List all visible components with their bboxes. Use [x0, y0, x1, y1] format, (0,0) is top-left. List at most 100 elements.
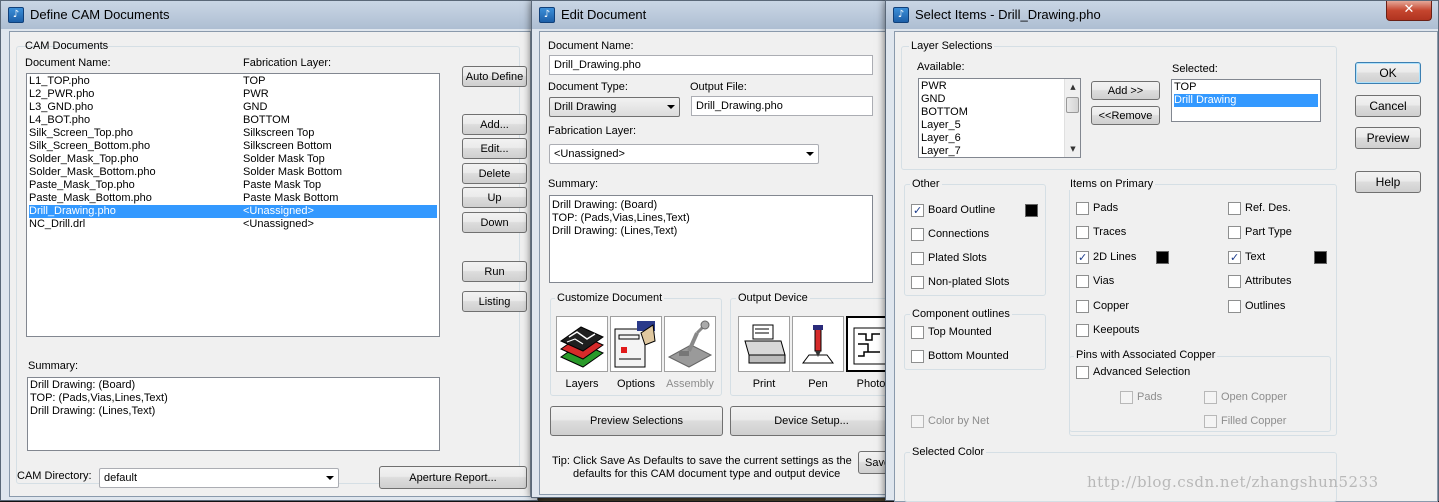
available-scrollbar[interactable]: ▲ ▼ [1064, 79, 1080, 157]
board-outline-label: Board Outline [928, 204, 996, 216]
up-button[interactable]: Up [462, 187, 527, 208]
checkbox-box [1076, 226, 1089, 240]
options-tool-button[interactable] [610, 316, 662, 372]
add-button[interactable]: Add... [462, 114, 527, 135]
text-color-swatch[interactable] [1314, 250, 1327, 264]
edit-button[interactable]: Edit... [462, 138, 527, 159]
help-button[interactable]: Help [1355, 171, 1421, 193]
window-title: Select Items - Drill_Drawing.pho [915, 7, 1101, 22]
document-name: Solder_Mask_Bottom.pho [29, 166, 156, 178]
preview-selections-button[interactable]: Preview Selections [550, 406, 723, 436]
ok-button[interactable]: OK [1355, 62, 1421, 84]
scroll-thumb[interactable] [1066, 97, 1079, 113]
layers-tool-button[interactable] [556, 316, 608, 372]
fabrication-layer: Silkscreen Top [243, 127, 315, 139]
output-file-label: Output File: [690, 81, 747, 93]
run-button[interactable]: Run [462, 261, 527, 282]
document-name-header: Document Name: [25, 57, 111, 69]
cam-document-row[interactable]: Solder_Mask_Top.pho Solder Mask Top [29, 153, 437, 166]
checkbox-box [1076, 366, 1089, 379]
fabrication-layer: Silkscreen Bottom [243, 140, 332, 152]
cam-document-row[interactable]: L4_BOT.pho BOTTOM [29, 114, 437, 127]
cam-document-row[interactable]: L3_GND.pho GND [29, 101, 437, 114]
add-layer-button[interactable]: Add >> [1091, 81, 1160, 100]
board-outline-color-swatch[interactable] [1025, 204, 1038, 217]
cam-directory-value: default [104, 472, 138, 484]
fabrication-layer: Solder Mask Bottom [243, 166, 343, 178]
title-bar[interactable]: ♪ Define CAM Documents [1, 1, 537, 29]
cam-documents-list[interactable]: L1_TOP.pho TOP L2_PWR.pho PWR L3_GND.pho GND L… [26, 73, 440, 337]
auto-define-button[interactable]: Auto Define [462, 66, 527, 87]
checkbox-box [1076, 299, 1089, 313]
cam-document-row[interactable]: Drill_Drawing.pho <Unassigned> [29, 205, 437, 218]
app-icon: ♪ [539, 7, 555, 23]
cam-directory-select[interactable]: default [99, 468, 339, 488]
cam-document-row[interactable]: L2_PWR.pho PWR [29, 88, 437, 101]
scroll-down-icon[interactable]: ▼ [1065, 141, 1080, 157]
document-name: Silk_Screen_Top.pho [29, 127, 133, 139]
available-layer-item[interactable]: Layer_6 [921, 132, 1062, 145]
output-file-input[interactable]: Drill_Drawing.pho [691, 96, 873, 116]
assembly-tool-button[interactable] [664, 316, 716, 372]
options-label: Options [617, 378, 655, 390]
fabrication-layer-value: <Unassigned> [554, 148, 625, 160]
cam-document-row[interactable]: Silk_Screen_Top.pho Silkscreen Top [29, 127, 437, 140]
available-layer-item[interactable]: BOTTOM [921, 106, 1062, 119]
down-button[interactable]: Down [462, 212, 527, 233]
print-tool-button[interactable] [738, 316, 790, 372]
document-name: NC_Drill.drl [29, 218, 86, 230]
checkbox-box [1204, 391, 1217, 404]
checkbox-box [1076, 250, 1089, 264]
title-bar[interactable]: ♪ Edit Document [532, 1, 892, 29]
document-type-select[interactable]: Drill Drawing [549, 97, 680, 117]
selected-layer-item[interactable]: Drill Drawing [1174, 94, 1318, 107]
cam-document-row[interactable]: Solder_Mask_Bottom.pho Solder Mask Bottom [29, 166, 437, 179]
pen-tool-button[interactable] [792, 316, 844, 372]
cam-document-row[interactable]: Silk_Screen_Bottom.pho Silkscreen Bottom [29, 140, 437, 153]
aperture-report-button[interactable]: Aperture Report... [379, 466, 527, 489]
selected-label: Selected: [1172, 63, 1218, 75]
cancel-button[interactable]: Cancel [1355, 95, 1421, 117]
delete-button[interactable]: Delete [462, 163, 527, 184]
checkbox-box [911, 415, 924, 428]
document-name: L4_BOT.pho [29, 114, 91, 126]
checkbox-box [911, 350, 924, 363]
summary-line: TOP: (Pads,Vias,Lines,Text) [30, 392, 168, 404]
items-on-primary-label: Items on Primary [1068, 178, 1156, 190]
cam-directory-label: CAM Directory: [17, 470, 92, 482]
document-name-input[interactable]: Drill_Drawing.pho [549, 55, 873, 75]
fabrication-layer: BOTTOM [243, 114, 290, 126]
title-bar[interactable]: ♪ Select Items - Drill_Drawing.pho ✕ [886, 1, 1438, 29]
device-setup-button[interactable]: Device Setup... [730, 406, 893, 436]
listing-button[interactable]: Listing [462, 291, 527, 312]
selected-layers-list[interactable]: TOP Drill Drawing [1171, 79, 1321, 122]
window-title: Edit Document [561, 7, 647, 22]
selected-layer-item[interactable]: TOP [1174, 81, 1318, 94]
top-mounted-label: Top Mounted [928, 326, 992, 338]
preview-button[interactable]: Preview [1355, 127, 1421, 149]
window-client: Document Name: Drill_Drawing.pho Documen… [539, 31, 900, 495]
close-button[interactable]: ✕ [1386, 1, 1432, 21]
cam-document-row[interactable]: NC_Drill.drl <Unassigned> [29, 218, 437, 231]
scroll-up-icon[interactable]: ▲ [1065, 79, 1080, 95]
print-label: Print [752, 378, 776, 390]
outlines-label: Outlines [1245, 299, 1286, 312]
cam-document-row[interactable]: L1_TOP.pho TOP [29, 75, 437, 88]
cam-document-row[interactable]: Paste_Mask_Bottom.pho Paste Mask Bottom [29, 192, 437, 205]
connections-label: Connections [928, 228, 990, 240]
available-layer-item[interactable]: Layer_7 [921, 145, 1062, 157]
fabrication-layer-select[interactable]: <Unassigned> [549, 144, 819, 164]
available-layer-item[interactable]: PWR [921, 80, 1062, 93]
document-name-label: Document Name: [548, 40, 634, 52]
2d-lines-color-swatch[interactable] [1156, 250, 1169, 264]
window-client: CAM Documents Document Name: Fabrication… [9, 31, 531, 497]
fabrication-layer: Paste Mask Top [243, 179, 322, 191]
available-layer-item[interactable]: Layer_5 [921, 119, 1062, 132]
pen-plotter-icon [802, 325, 834, 364]
fabrication-layer: Paste Mask Bottom [243, 192, 339, 204]
available-layers-list[interactable]: Layer_7 Layer_6 Layer_5 BOTTOM GND PWR ▲ ▼ [918, 78, 1081, 158]
remove-layer-button[interactable]: <<Remove [1091, 106, 1160, 125]
document-type-label: Document Type: [548, 81, 628, 93]
available-layer-item[interactable]: GND [921, 93, 1062, 106]
cam-document-row[interactable]: Paste_Mask_Top.pho Paste Mask Top [29, 179, 437, 192]
